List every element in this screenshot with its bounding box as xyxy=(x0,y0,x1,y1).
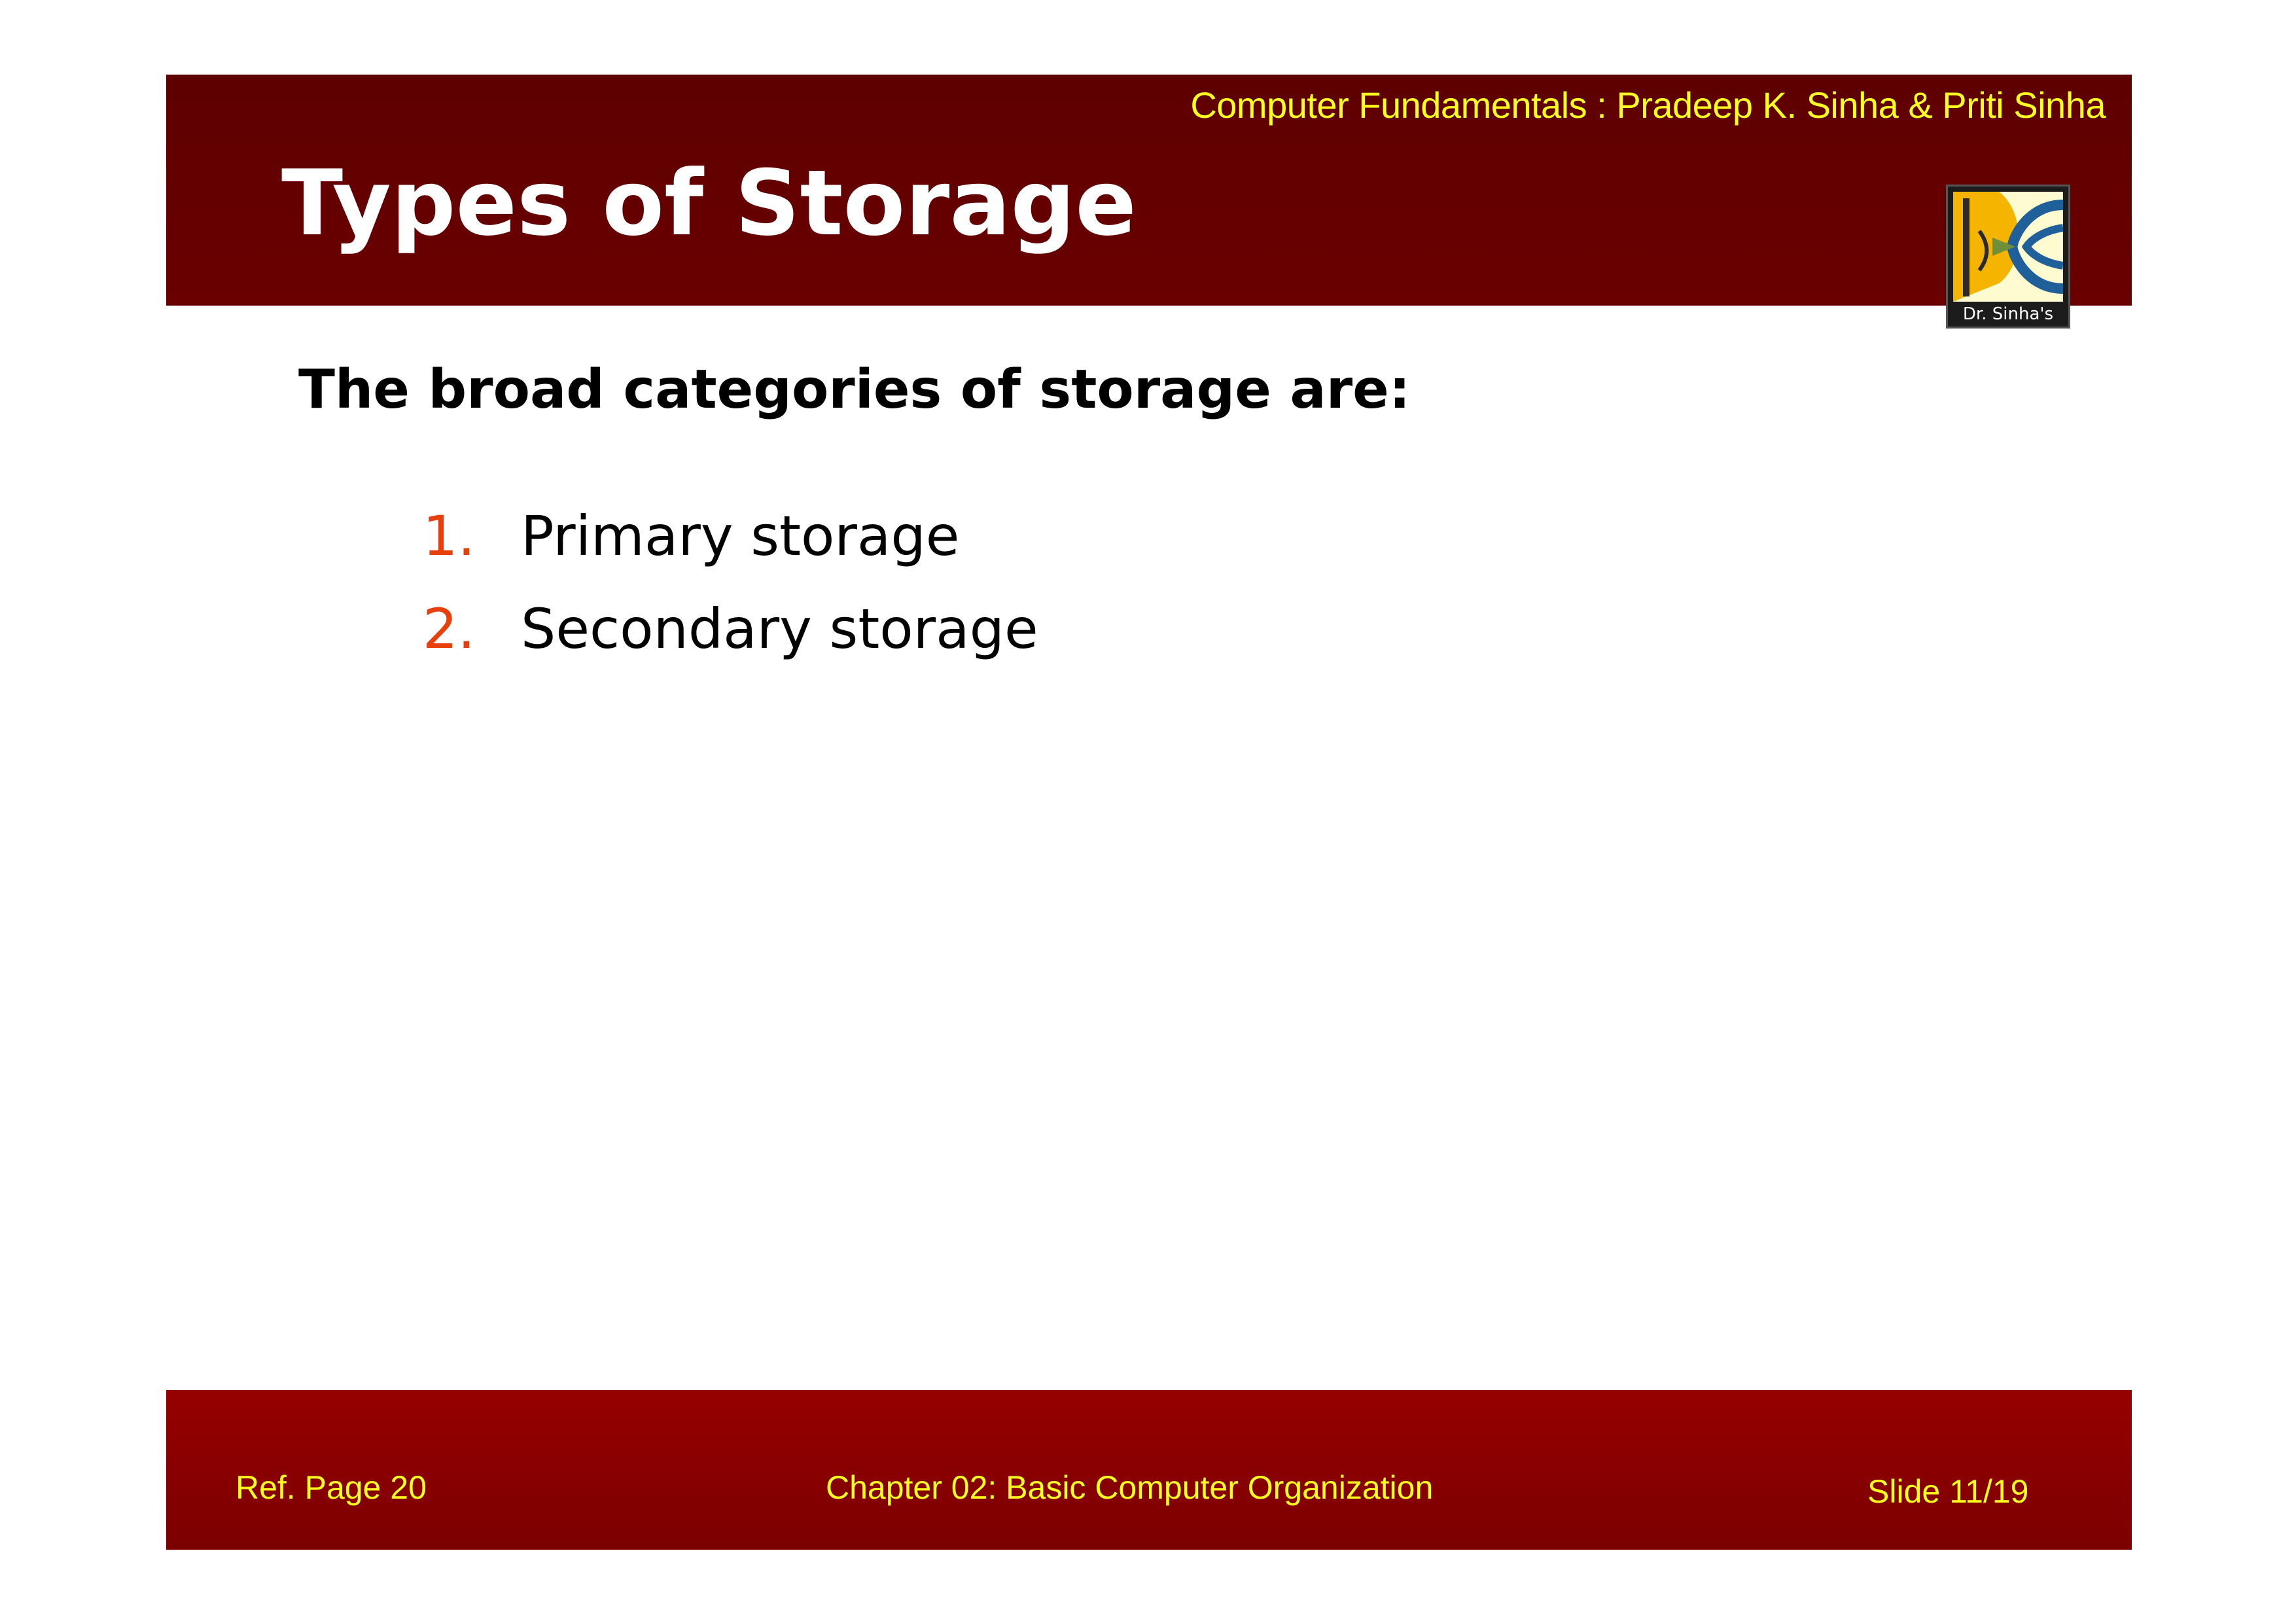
list-item-number: 2. xyxy=(423,597,476,661)
intro-text: The broad categories of storage are: xyxy=(298,359,1411,421)
book-credit: Computer Fundamentals : Pradeep K. Sinha… xyxy=(1190,84,2106,126)
chapter-title: Chapter 02: Basic Computer Organization xyxy=(826,1469,1434,1506)
list-item: 1. Primary storage xyxy=(423,504,1038,597)
list-item: 2. Secondary storage xyxy=(423,597,1038,690)
list-item-label: Primary storage xyxy=(521,504,960,568)
logo-caption: Dr. Sinha's xyxy=(1962,304,2054,324)
slide-number: Slide 11/19 xyxy=(1867,1473,2029,1510)
header-band: Computer Fundamentals : Pradeep K. Sinha… xyxy=(166,75,2132,306)
footer-band: Ref. Page 20 Chapter 02: Basic Computer … xyxy=(166,1390,2132,1550)
list-item-number: 1. xyxy=(423,504,476,568)
slide: Computer Fundamentals : Pradeep K. Sinha… xyxy=(0,0,2296,1623)
logo-emblem-icon xyxy=(1953,192,2063,302)
storage-category-list: 1. Primary storage 2. Secondary storage xyxy=(423,504,1038,690)
slide-title: Types of Storage xyxy=(281,151,1137,256)
reference-page: Ref. Page 20 xyxy=(236,1469,427,1506)
publisher-logo: Dr. Sinha's xyxy=(1946,185,2070,329)
list-item-label: Secondary storage xyxy=(521,597,1038,661)
